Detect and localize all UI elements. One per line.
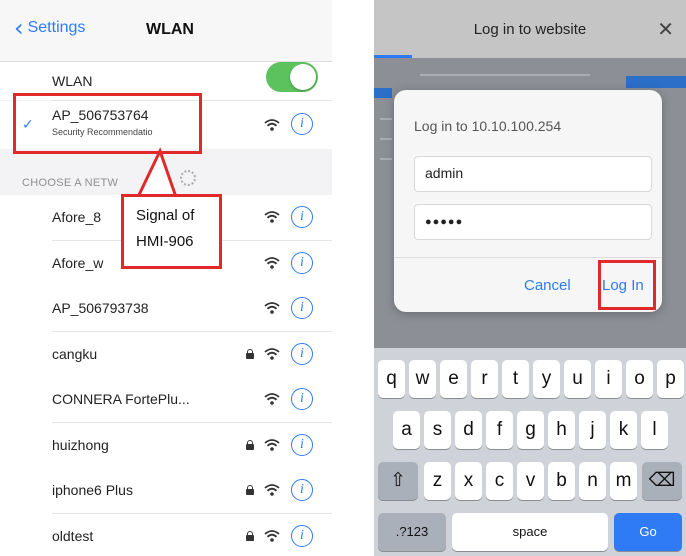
network-list-item[interactable]: iphone6 Plus i xyxy=(0,468,332,514)
numbers-key[interactable]: .?123 xyxy=(378,513,446,551)
key-s[interactable]: s xyxy=(424,411,451,449)
key-w[interactable]: w xyxy=(409,360,436,398)
nav-bar: ‹ Settings WLAN xyxy=(0,0,332,62)
login-highlight-box xyxy=(598,260,656,310)
key-q[interactable]: q xyxy=(378,360,405,398)
wifi-signal-icon xyxy=(264,348,280,360)
network-list-item[interactable]: oldtest i xyxy=(0,514,332,556)
key-p[interactable]: p xyxy=(657,360,684,398)
info-icon[interactable]: i xyxy=(291,206,313,228)
info-icon[interactable]: i xyxy=(291,388,313,410)
cancel-button[interactable]: Cancel xyxy=(524,277,571,294)
info-icon[interactable]: i xyxy=(291,297,313,319)
dialog-divider xyxy=(394,257,662,258)
annotation-callout: Signal of HMI-906 xyxy=(121,194,222,269)
go-key[interactable]: Go xyxy=(614,513,682,551)
network-ssid: huizhong xyxy=(52,437,109,453)
key-m[interactable]: m xyxy=(610,462,637,500)
username-field[interactable]: admin xyxy=(414,156,652,192)
back-button[interactable]: ‹ Settings xyxy=(14,14,86,42)
wifi-signal-icon xyxy=(264,257,280,269)
callout-line-1: Signal of xyxy=(136,207,195,224)
lock-icon xyxy=(246,440,254,450)
key-v[interactable]: v xyxy=(517,462,544,500)
network-ssid: Afore_w xyxy=(52,255,104,271)
key-x[interactable]: x xyxy=(455,462,482,500)
network-list-item[interactable]: CONNERA FortePlu... i xyxy=(0,377,332,423)
key-z[interactable]: z xyxy=(424,462,451,500)
wifi-signal-icon xyxy=(264,211,280,223)
back-label: Settings xyxy=(27,19,86,36)
info-icon[interactable]: i xyxy=(291,343,313,365)
info-icon[interactable]: i xyxy=(291,525,313,547)
key-a[interactable]: a xyxy=(393,411,420,449)
network-list-item[interactable]: huizhong i xyxy=(0,423,332,469)
web-title: Log in to website xyxy=(473,21,587,38)
callout-line-2: HMI-906 xyxy=(136,233,194,250)
network-ssid: AP_506793738 xyxy=(52,300,149,316)
key-k[interactable]: k xyxy=(610,411,637,449)
key-d[interactable]: d xyxy=(455,411,482,449)
wifi-signal-icon xyxy=(264,439,280,451)
info-icon[interactable]: i xyxy=(291,252,313,274)
network-ssid: Afore_8 xyxy=(52,209,102,225)
delete-key[interactable]: ⌫ xyxy=(642,462,682,500)
wlan-toggle-switch[interactable] xyxy=(266,62,318,92)
space-key[interactable]: space xyxy=(452,513,608,551)
wifi-signal-icon xyxy=(264,302,280,314)
login-website-screen: Log in to website ✕ Log in to 10.10.100.… xyxy=(374,0,686,556)
key-j[interactable]: j xyxy=(579,411,606,449)
shift-key[interactable]: ⇧ xyxy=(378,462,418,500)
info-icon[interactable]: i xyxy=(291,434,313,456)
info-icon[interactable]: i xyxy=(291,479,313,501)
key-o[interactable]: o xyxy=(626,360,653,398)
key-e[interactable]: e xyxy=(440,360,467,398)
network-ssid: CONNERA FortePlu... xyxy=(52,391,190,407)
loading-spinner-icon xyxy=(180,170,196,186)
wifi-signal-icon xyxy=(264,393,280,405)
page-title: WLAN xyxy=(146,21,194,38)
wifi-signal-icon xyxy=(264,530,280,542)
info-icon[interactable]: i xyxy=(291,113,313,135)
wlan-settings-screen: ‹ Settings WLAN WLAN AP_506753764 Securi… xyxy=(0,0,332,556)
key-r[interactable]: r xyxy=(471,360,498,398)
key-u[interactable]: u xyxy=(564,360,591,398)
key-n[interactable]: n xyxy=(579,462,606,500)
key-y[interactable]: y xyxy=(533,360,560,398)
wlan-toggle-label: WLAN xyxy=(52,73,93,89)
key-b[interactable]: b xyxy=(548,462,575,500)
key-l[interactable]: l xyxy=(641,411,668,449)
key-g[interactable]: g xyxy=(517,411,544,449)
wifi-signal-icon xyxy=(264,484,280,496)
network-ssid: iphone6 Plus xyxy=(52,482,133,498)
network-ssid: oldtest xyxy=(52,528,94,544)
key-h[interactable]: h xyxy=(548,411,575,449)
wifi-signal-icon xyxy=(264,119,280,131)
highlight-box xyxy=(13,93,202,154)
key-i[interactable]: i xyxy=(595,360,622,398)
toggle-knob xyxy=(290,64,316,90)
lock-icon xyxy=(246,485,254,495)
key-c[interactable]: c xyxy=(486,462,513,500)
password-field[interactable]: ●●●●● xyxy=(414,204,652,240)
lock-icon xyxy=(246,349,254,359)
key-t[interactable]: t xyxy=(502,360,529,398)
chevron-left-icon: ‹ xyxy=(14,14,24,42)
close-icon[interactable]: ✕ xyxy=(657,17,674,41)
dialog-message: Log in to 10.10.100.254 xyxy=(414,118,562,134)
section-header: CHOOSE A NETW xyxy=(22,177,119,189)
lock-icon xyxy=(246,531,254,541)
key-f[interactable]: f xyxy=(486,411,513,449)
keyboard: q w e r t y u i o p a s d f g h j k l ⇧ z x c v b n m ⌫ .?123 space Go xyxy=(374,348,686,556)
network-list-item[interactable]: AP_506793738 i xyxy=(0,286,332,332)
network-ssid: cangku xyxy=(52,346,98,362)
web-header: Log in to website ✕ xyxy=(374,0,686,58)
network-list-item[interactable]: cangku i xyxy=(0,332,332,378)
